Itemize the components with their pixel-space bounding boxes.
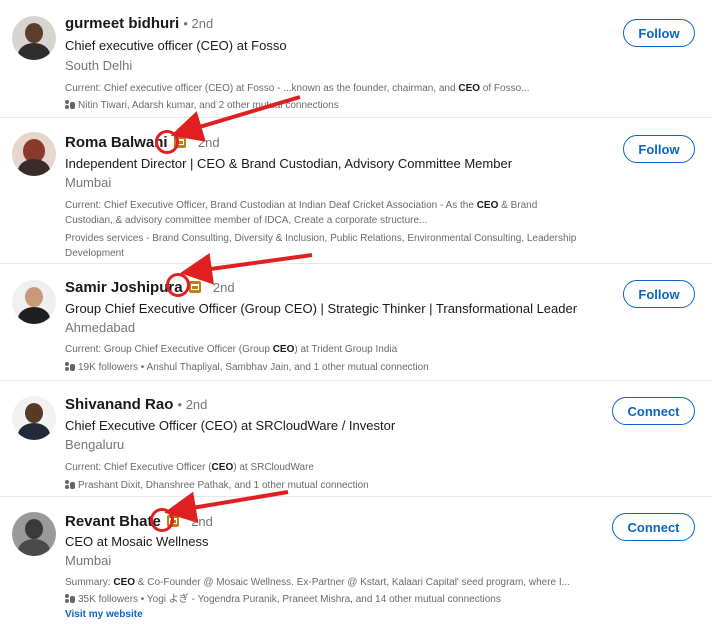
mutual-connections[interactable]: Prashant Dixit, Dhanshree Pathak, and 1 … [65,478,595,494]
connection-degree: 2nd [197,135,220,150]
current-position: Current: Chief Executive Officer, Brand … [65,200,538,226]
mutual-connections[interactable]: 19K followers • Anshul Thapliyal, Sambha… [65,360,595,376]
services: Provides services - Brand Consulting, Di… [65,233,577,259]
premium-badge-icon [188,281,201,293]
follow-button[interactable]: Follow [623,19,695,47]
people-icon [65,362,75,371]
annotation-circle [155,130,179,154]
mutual-connections[interactable]: 35K followers • Yogi よぎ - Yogendra Puran… [65,592,595,608]
people-icon [65,594,75,603]
annotation-circle [166,273,190,297]
result-location: Bengaluru [65,437,125,452]
people-icon [65,480,75,489]
search-result: gurmeet bidhuri • 2nd Chief executive of… [0,0,712,118]
current-position: Current: Group Chief Executive Officer (… [65,344,398,355]
connection-degree: • 2nd [177,397,208,412]
avatar[interactable] [12,132,56,176]
summary: Summary: CEO & Co-Founder @ Mosaic Welln… [65,577,570,588]
result-location: Mumbai [65,175,112,190]
search-result: Roma Balwani 2nd Independent Director | … [0,118,712,264]
connection-degree: 2nd [212,280,235,295]
website-link[interactable]: Visit my website [65,609,595,620]
annotation-circle [150,508,174,532]
result-location: Mumbai [65,553,112,568]
avatar[interactable] [12,280,56,324]
result-name[interactable]: gurmeet bidhuri [65,15,179,32]
result-headline: CEO at Mosaic Wellness [65,534,209,549]
result-name[interactable]: Samir Joshipura [65,279,183,296]
search-result: Samir Joshipura 2nd Group Chief Executiv… [0,264,712,381]
follow-button[interactable]: Follow [623,280,695,308]
result-name[interactable]: Roma Balwani [65,134,168,151]
avatar[interactable] [12,512,56,556]
search-result: Revant Bhate 2nd CEO at Mosaic Wellness … [0,497,712,624]
current-position: Current: Chief Executive Officer (CEO) a… [65,462,314,473]
avatar[interactable] [12,16,56,60]
result-name[interactable]: Revant Bhate [65,513,161,530]
follow-button[interactable]: Follow [623,135,695,163]
current-position: Current: Chief executive officer (CEO) a… [65,83,530,94]
result-name[interactable]: Shivanand Rao [65,396,173,413]
result-headline: Chief Executive Officer (CEO) at SRCloud… [65,418,396,433]
connect-button[interactable]: Connect [612,397,695,425]
result-headline: Chief executive officer (CEO) at Fosso [65,38,287,53]
connect-button[interactable]: Connect [612,513,695,541]
result-location: Ahmedabad [65,320,136,335]
search-result: Shivanand Rao • 2nd Chief Executive Offi… [0,381,712,497]
connection-degree: • 2nd [183,16,214,31]
result-headline: Independent Director | CEO & Brand Custo… [65,156,513,171]
result-location: South Delhi [65,58,133,73]
mutual-connections[interactable]: Nitin Tiwari, Adarsh kumar, and 2 other … [65,98,595,114]
result-headline: Group Chief Executive Officer (Group CEO… [65,301,578,316]
connection-degree: 2nd [191,514,213,529]
people-icon [65,100,75,109]
avatar[interactable] [12,396,56,440]
